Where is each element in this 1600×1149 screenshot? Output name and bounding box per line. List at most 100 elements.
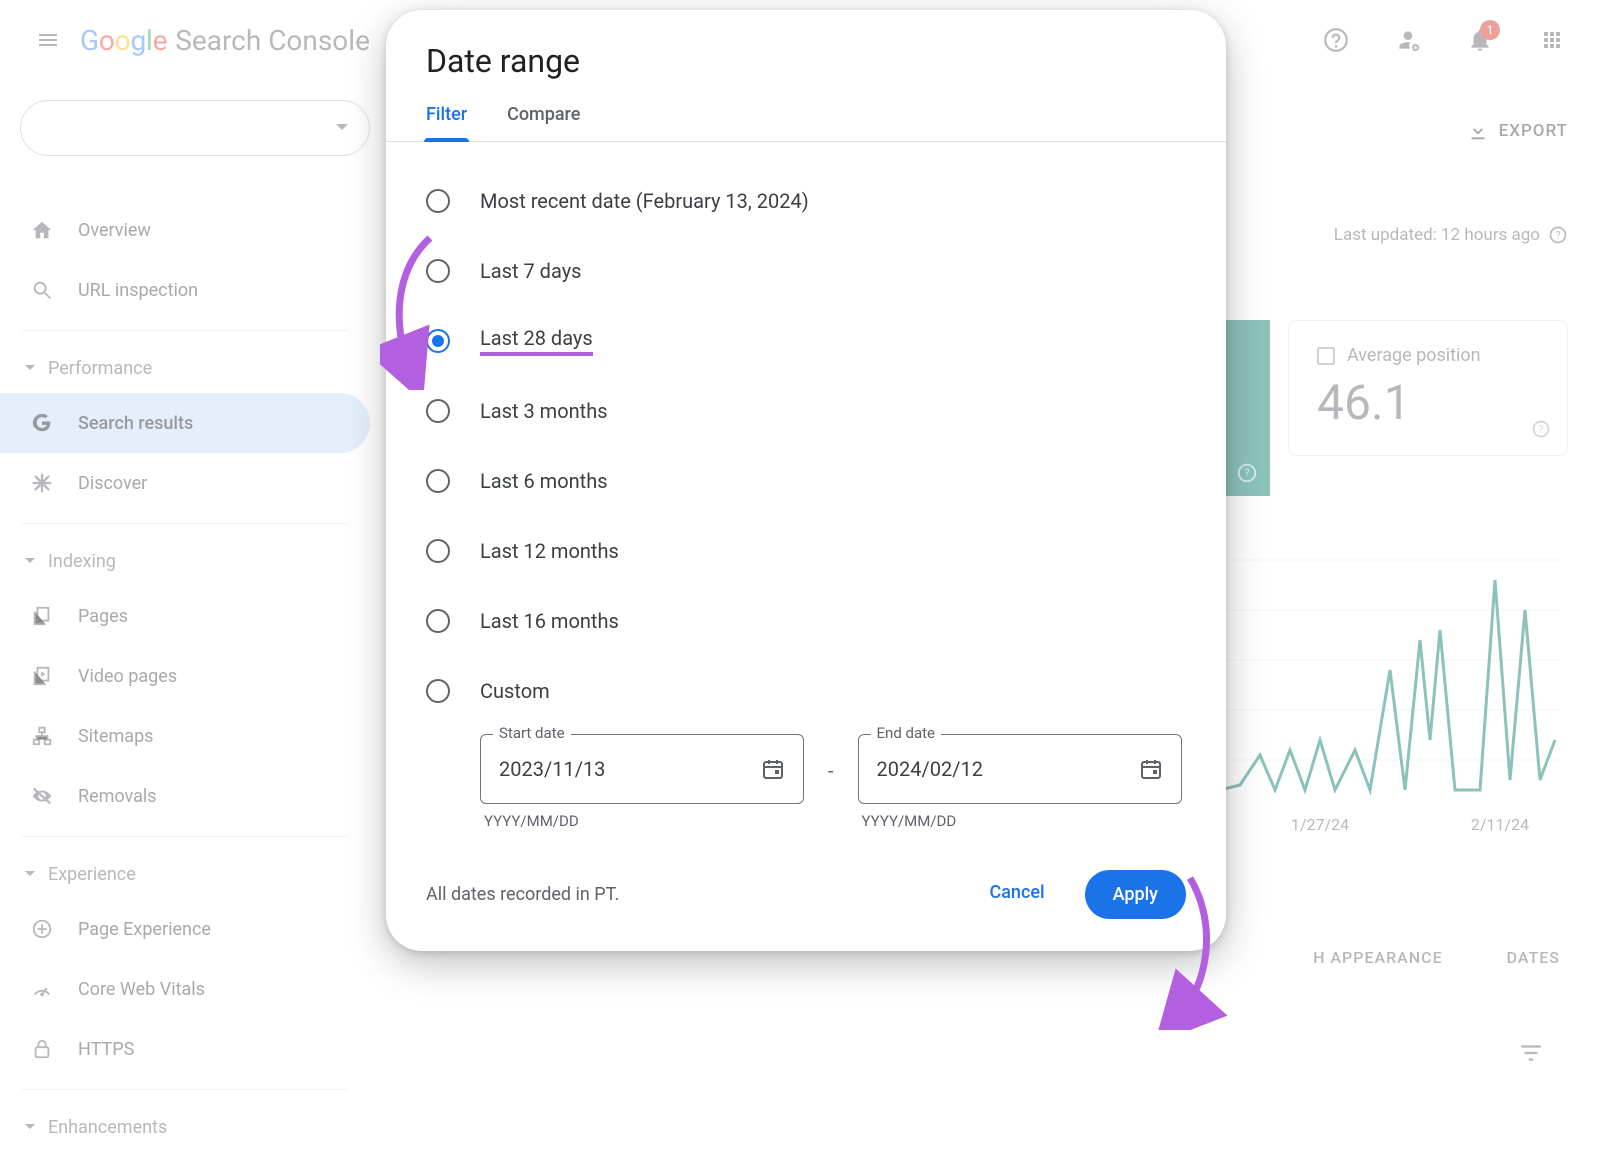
metric-average-position[interactable]: Average position 46.1 ? (1288, 320, 1568, 456)
nav-label: Discover (78, 473, 147, 494)
nav-video-pages[interactable]: Video pages (0, 646, 370, 706)
account-settings-button[interactable] (1384, 16, 1432, 64)
apps-button[interactable] (1528, 16, 1576, 64)
option-most-recent[interactable]: Most recent date (February 13, 2024) (426, 166, 1186, 236)
export-label: EXPORT (1499, 121, 1568, 141)
download-icon (1467, 120, 1489, 142)
nav-pages[interactable]: Pages (0, 586, 370, 646)
option-last-16-months[interactable]: Last 16 months (426, 586, 1186, 656)
tab-dates[interactable]: DATES (1507, 948, 1560, 967)
date-range-separator: - (824, 759, 838, 783)
nav-label: Video pages (78, 666, 177, 687)
tab-search-appearance[interactable]: H APPEARANCE (1313, 948, 1443, 967)
radio-icon (426, 469, 450, 493)
property-selector[interactable] (20, 100, 370, 156)
option-label: Last 3 months (480, 399, 608, 423)
metric-label: Average position (1347, 345, 1481, 366)
end-date-input[interactable]: End date 2024/02/12 (858, 734, 1182, 804)
notification-badge: 1 (1480, 20, 1500, 40)
svg-text:2/11/24: 2/11/24 (1471, 815, 1529, 834)
nav-https[interactable]: HTTPS (0, 1019, 370, 1079)
option-custom[interactable]: Custom (426, 656, 1186, 726)
speed-icon (31, 978, 53, 1000)
dialog-title: Date range (386, 10, 1226, 104)
calendar-icon[interactable] (1139, 757, 1163, 781)
sitemap-icon (31, 725, 53, 747)
nav-label: Page Experience (78, 919, 211, 940)
section-enhancements[interactable]: Enhancements (0, 1102, 370, 1149)
calendar-icon[interactable] (761, 757, 785, 781)
hamburger-icon (36, 28, 60, 52)
menu-button[interactable] (24, 16, 72, 64)
last-updated: Last updated: 12 hours ago ? (1334, 225, 1568, 245)
g-logo-icon (31, 412, 53, 434)
option-last-12-months[interactable]: Last 12 months (426, 516, 1186, 586)
end-date-hint: YYYY/MM/DD (858, 812, 1182, 830)
help-icon[interactable]: ? (1236, 462, 1258, 484)
nav-discover[interactable]: Discover (0, 453, 370, 513)
help-button[interactable] (1312, 16, 1360, 64)
start-date-input[interactable]: Start date 2023/11/13 (480, 734, 804, 804)
apply-button[interactable]: Apply (1085, 870, 1186, 919)
notifications-button[interactable]: 1 (1456, 16, 1504, 64)
google-logo: Google (80, 24, 167, 57)
data-tabs-row: H APPEARANCE DATES (1313, 948, 1560, 967)
radio-icon (426, 399, 450, 423)
nav-removals[interactable]: Removals (0, 766, 370, 826)
nav-label: Sitemaps (78, 726, 153, 747)
option-label: Last 7 days (480, 259, 581, 283)
option-last-7-days[interactable]: Last 7 days (426, 236, 1186, 306)
last-updated-text: Last updated: 12 hours ago (1334, 225, 1540, 245)
left-navigation: Overview URL inspection Performance Sear… (0, 200, 370, 1149)
section-experience[interactable]: Experience (0, 849, 370, 899)
nav-label: Core Web Vitals (78, 979, 205, 1000)
performance-chart: 1/27/24 2/11/24 (1220, 540, 1560, 840)
radio-icon (426, 679, 450, 703)
svg-text:?: ? (1556, 230, 1561, 241)
help-icon[interactable]: ? (1531, 419, 1551, 439)
option-label: Last 28 days (480, 326, 593, 356)
option-last-3-months[interactable]: Last 3 months (426, 376, 1186, 446)
product-name: Search Console (175, 24, 370, 57)
nav-overview[interactable]: Overview (0, 200, 370, 260)
home-icon (31, 219, 53, 241)
option-last-28-days[interactable]: Last 28 days (426, 306, 1186, 376)
metric-value: 46.1 (1317, 374, 1539, 431)
svg-text:1/27/24: 1/27/24 (1291, 815, 1349, 834)
end-date-label: End date (871, 724, 941, 742)
nav-label: Overview (78, 220, 151, 241)
asterisk-icon (31, 472, 53, 494)
section-label: Indexing (48, 551, 116, 572)
nav-label: Removals (78, 786, 157, 807)
timezone-note: All dates recorded in PT. (426, 884, 619, 905)
radio-icon (426, 609, 450, 633)
caret-down-icon (24, 870, 36, 879)
option-label: Most recent date (February 13, 2024) (480, 189, 809, 213)
checkbox-icon[interactable] (1317, 347, 1335, 365)
tab-filter[interactable]: Filter (426, 104, 467, 141)
section-indexing[interactable]: Indexing (0, 536, 370, 586)
section-label: Enhancements (48, 1117, 167, 1138)
nav-sitemaps[interactable]: Sitemaps (0, 706, 370, 766)
start-date-label: Start date (493, 724, 571, 742)
nav-search-results[interactable]: Search results (0, 393, 370, 453)
nav-label: HTTPS (78, 1039, 134, 1060)
option-label: Last 12 months (480, 539, 619, 563)
nav-core-web-vitals[interactable]: Core Web Vitals (0, 959, 370, 1019)
option-last-6-months[interactable]: Last 6 months (426, 446, 1186, 516)
cancel-button[interactable]: Cancel (973, 870, 1060, 919)
nav-url-inspection[interactable]: URL inspection (0, 260, 370, 320)
radio-checked-icon (426, 329, 450, 353)
option-label: Last 6 months (480, 469, 608, 493)
video-pages-icon (31, 665, 53, 687)
filter-button[interactable] (1518, 1040, 1544, 1070)
visibility-off-icon (31, 785, 53, 807)
tab-compare[interactable]: Compare (507, 104, 580, 141)
apps-grid-icon (1540, 28, 1564, 52)
lock-icon (31, 1038, 53, 1060)
section-label: Experience (48, 864, 136, 885)
export-button[interactable]: EXPORT (1467, 120, 1568, 142)
nav-page-experience[interactable]: Page Experience (0, 899, 370, 959)
help-icon[interactable]: ? (1548, 225, 1568, 245)
section-performance[interactable]: Performance (0, 343, 370, 393)
